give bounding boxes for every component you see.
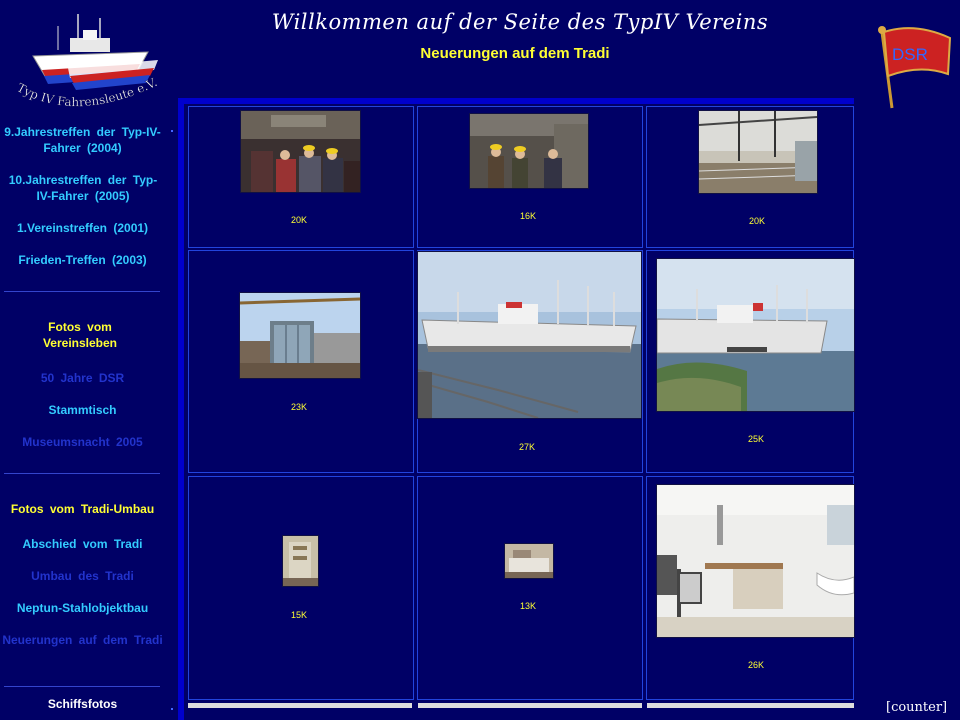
sidebar-item-abschied[interactable]: Abschied vom Tradi <box>0 536 165 552</box>
gallery-cell <box>188 476 414 700</box>
sidebar-item-neuerungen[interactable]: Neuerungen auf dem Tradi <box>0 632 165 648</box>
file-size-caption: 13K <box>520 601 537 611</box>
gallery-photo[interactable] <box>470 114 588 188</box>
sidebar-divider <box>4 473 160 474</box>
gallery-photo-partial[interactable] <box>418 703 642 708</box>
file-size-caption: 26K <box>748 660 765 670</box>
sidebar-item-stammtisch[interactable]: Stammtisch <box>0 402 165 418</box>
sidebar-item-museumsnacht[interactable]: Museumsnacht 2005 <box>0 434 165 450</box>
file-size-caption: 27K <box>519 442 536 452</box>
gallery-photo[interactable] <box>699 111 817 193</box>
gallery-photo[interactable] <box>283 536 318 586</box>
file-size-caption: 23K <box>291 402 308 412</box>
gallery-photo[interactable] <box>657 259 854 411</box>
sidebar-item-jahrestreffen-2004[interactable]: 9.Jahrestreffen der Typ-IV-Fahrer (2004) <box>0 124 165 156</box>
sidebar-item-schiffsfotos[interactable]: Schiffsfotos <box>0 696 165 712</box>
visitor-counter: [counter] <box>886 700 948 715</box>
gallery-photo[interactable] <box>505 544 553 578</box>
sidebar-heading-vereinsleben[interactable]: Fotos vom Vereinsleben <box>20 319 140 351</box>
file-size-caption: 20K <box>291 215 308 225</box>
dsr-flag-icon: DSR <box>878 26 952 109</box>
sidebar-scroll-dots <box>171 130 173 710</box>
flag-text: DSR <box>892 45 928 64</box>
sidebar-item-jahrestreffen-2005[interactable]: 10.Jahrestreffen der Typ-IV-Fahrer (2005… <box>6 172 160 204</box>
file-size-caption: 15K <box>291 610 308 620</box>
page-subtitle: Neuerungen auf dem Tradi <box>420 45 610 62</box>
file-size-caption: 16K <box>520 211 537 221</box>
sidebar-item-neptun[interactable]: Neptun-Stahlobjektbau <box>0 600 165 616</box>
gallery-photo[interactable] <box>657 485 854 637</box>
sidebar-divider <box>4 686 160 687</box>
sidebar-divider <box>4 291 160 292</box>
file-size-caption: 20K <box>749 216 766 226</box>
gallery-photo-partial[interactable] <box>647 703 854 708</box>
page-title: Willkommen auf der Seite des TypIV Verei… <box>271 10 769 34</box>
gallery-cell <box>417 476 643 700</box>
file-size-caption: 25K <box>748 434 765 444</box>
sidebar-item-frieden-treffen[interactable]: Frieden-Treffen (2003) <box>0 252 165 268</box>
sidebar-item-umbau[interactable]: Umbau des Tradi <box>0 568 165 584</box>
gallery-photo[interactable] <box>240 293 360 378</box>
sidebar-heading-tradi-umbau[interactable]: Fotos vom Tradi-Umbau <box>0 501 165 517</box>
gallery-photo[interactable] <box>241 111 360 192</box>
gallery-photo-partial[interactable] <box>188 703 412 708</box>
sidebar-item-vereinstreffen-2001[interactable]: 1.Vereinstreffen (2001) <box>0 220 165 236</box>
sidebar-item-50-jahre-dsr[interactable]: 50 Jahre DSR <box>0 370 165 386</box>
gallery-photo[interactable] <box>418 252 641 418</box>
